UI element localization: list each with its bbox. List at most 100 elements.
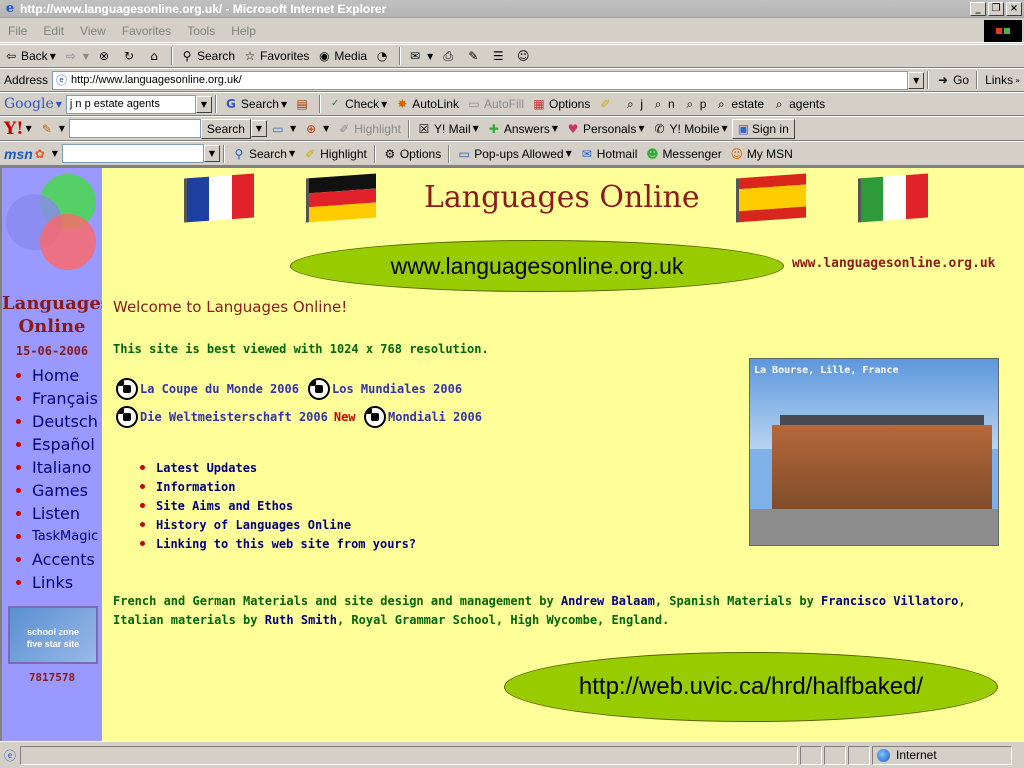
menu-help[interactable]: Help (223, 24, 264, 38)
find-term-icon: ⌕ (775, 97, 783, 111)
search-button[interactable]: ⚲ Search (176, 46, 239, 66)
google-search-input[interactable]: j n p estate agents (65, 94, 196, 114)
msn-search-button[interactable]: ⚲ Search ▼ (228, 144, 299, 164)
sidebar-item-italiano[interactable]: Italiano (16, 456, 98, 479)
autolink-button[interactable]: ✸ AutoLink (391, 94, 463, 114)
yahoo-answers-button[interactable]: ✚ Answers ▼ (483, 119, 562, 139)
find-term-icon: ⌕ (686, 97, 694, 111)
author-link[interactable]: Andrew Balaam (561, 594, 655, 608)
sidebar-item-listen[interactable]: Listen (16, 502, 98, 525)
links-button[interactable]: Links» (981, 70, 1024, 90)
yahoo-mobile-button[interactable]: ✆ Y! Mobile ▼ (649, 119, 732, 139)
mail-button[interactable]: ✉ ▼ (404, 46, 437, 66)
favorites-button[interactable]: ☆ Favorites (239, 46, 313, 66)
sidebar-item-links[interactable]: Links (16, 571, 98, 594)
link-history[interactable]: History of Languages Online (140, 515, 416, 534)
new-label: New (333, 410, 356, 424)
google-news-button[interactable]: ▤ (291, 94, 316, 114)
mymsn-icon: ☺ (730, 146, 744, 161)
refresh-button[interactable]: ↻ (118, 46, 143, 66)
author-link[interactable]: Ruth Smith (265, 613, 337, 627)
google-options-button[interactable]: ▦ Options (528, 94, 594, 114)
print-button[interactable]: ⎙ (437, 46, 462, 66)
worldcup-link-fr[interactable]: La Coupe du Monde 2006 (116, 378, 299, 400)
autofill-button[interactable]: ▭ AutoFill (463, 94, 528, 114)
menu-file[interactable]: File (0, 24, 35, 38)
worldcup-link-it[interactable]: Mondiali 2006 (364, 406, 482, 428)
term-estate-button[interactable]: ⌕ estate (710, 94, 768, 114)
menu-view[interactable]: View (72, 24, 114, 38)
google-logo[interactable]: Google ▼ (0, 94, 66, 114)
msn-logo[interactable]: msn ✿ ▼ (0, 144, 62, 164)
media-button[interactable]: ◉ Media (313, 46, 371, 66)
address-dropdown[interactable]: ▼ (908, 71, 925, 89)
term-n-button[interactable]: ⌕ n (647, 94, 679, 114)
yahoo-personals-button[interactable]: ♥ Personals ▼ (562, 119, 649, 139)
msn-search-input[interactable] (61, 144, 204, 163)
yahoo-target-button[interactable]: ⊕ ▼ (300, 119, 333, 139)
mail-icon: ✉ (581, 146, 592, 161)
history-button[interactable]: ◔ (371, 46, 396, 66)
messenger-button[interactable]: ☺ (512, 46, 537, 66)
sidebar-item-espanol[interactable]: Español (16, 433, 98, 456)
link-latest-updates[interactable]: Latest Updates (140, 458, 416, 477)
worldcup-link-es[interactable]: Los Mundiales 2006 (308, 378, 462, 400)
yahoo-logo[interactable]: Y! ▼ (0, 119, 36, 139)
google-history-dropdown[interactable]: ▼ (195, 95, 212, 113)
spell-check-button[interactable]: ✓ Check ▼ (324, 94, 391, 114)
go-button[interactable]: ➜ Go (932, 70, 973, 90)
term-p-button[interactable]: ⌕ p (679, 94, 711, 114)
msn-search-dropdown[interactable]: ▼ (203, 145, 220, 162)
sidebar-item-taskmagic[interactable]: TaskMagic (16, 525, 98, 548)
yahoo-signin-button[interactable]: ▣ Sign in (731, 118, 795, 139)
sidebar-item-deutsch[interactable]: Deutsch (16, 410, 98, 433)
link-information[interactable]: Information (140, 477, 416, 496)
separator (407, 119, 410, 138)
sidebar-item-games[interactable]: Games (16, 479, 98, 502)
popups-button[interactable]: ▭ Pop-ups Allowed ▼ (453, 144, 576, 164)
yahoo-pen-button[interactable]: ✎ ▼ (36, 119, 69, 139)
author-link[interactable]: Francisco Villatoro (821, 594, 958, 608)
msn-options-button[interactable]: ⚙ Options (379, 144, 445, 164)
address-input[interactable]: ⓔ http://www.languagesonline.org.uk/ (52, 70, 909, 90)
worldcup-link-de[interactable]: Die Weltmeisterschaft 2006 New (116, 406, 360, 428)
link-site-aims[interactable]: Site Aims and Ethos (140, 496, 416, 515)
google-search-button[interactable]: G Search ▼ (220, 94, 291, 114)
term-j-button[interactable]: ⌕ j (619, 94, 647, 114)
messenger-link-button[interactable]: ☻ Messenger (641, 144, 725, 164)
sidebar-item-francais[interactable]: Français (16, 387, 98, 410)
yahoo-bookmark-button[interactable]: ▭ ▼ (267, 119, 300, 139)
menu-tools[interactable]: Tools (179, 24, 223, 38)
highlighter-button[interactable]: ✐ (594, 94, 619, 114)
maximize-button[interactable]: ❐ (988, 1, 1004, 16)
yahoo-search-button[interactable]: Search (200, 118, 251, 139)
back-button[interactable]: ⇦ Back ▼ (0, 46, 60, 66)
edit-button[interactable]: ✎ (462, 46, 487, 66)
forward-button[interactable]: ⇨ ▼ (60, 46, 93, 66)
discuss-button[interactable]: ☰ (487, 46, 512, 66)
popup-icon: ▭ (458, 146, 470, 161)
yahoo-mail-button[interactable]: ☒ Y! Mail ▼ (413, 119, 483, 139)
home-button[interactable]: ⌂ (143, 46, 168, 66)
yahoo-highlight-button[interactable]: ✐ Highlight (333, 119, 405, 139)
close-button[interactable]: × (1006, 1, 1022, 16)
sidebar: Languages Online 15-06-2006 Home Françai… (2, 168, 111, 741)
yahoo-search-dropdown[interactable]: ▼ (250, 120, 267, 137)
hotmail-button[interactable]: ✉ Hotmail (576, 144, 642, 164)
bookmark-icon: ▭ (272, 121, 284, 136)
yahoo-search-input[interactable] (68, 119, 201, 138)
main-content: Languages Online www.languagesonline.org… (102, 168, 1022, 741)
sidebar-title: Languages Online (2, 293, 111, 337)
link-linking[interactable]: Linking to this web site from yours? (140, 534, 416, 553)
football-icon (116, 406, 138, 428)
msn-highlight-button[interactable]: ✐ Highlight (299, 144, 371, 164)
minimize-button[interactable]: _ (970, 1, 986, 16)
stop-button[interactable]: ⊗ (93, 46, 118, 66)
sidebar-item-home[interactable]: Home (16, 364, 98, 387)
mymsn-button[interactable]: ☺ My MSN (726, 144, 797, 164)
schoolzone-badge[interactable]: school zone five star site (8, 606, 98, 664)
term-agents-button[interactable]: ⌕ agents (768, 94, 829, 114)
sidebar-item-accents[interactable]: Accents (16, 548, 98, 571)
menu-favorites[interactable]: Favorites (114, 24, 179, 38)
menu-edit[interactable]: Edit (35, 24, 72, 38)
